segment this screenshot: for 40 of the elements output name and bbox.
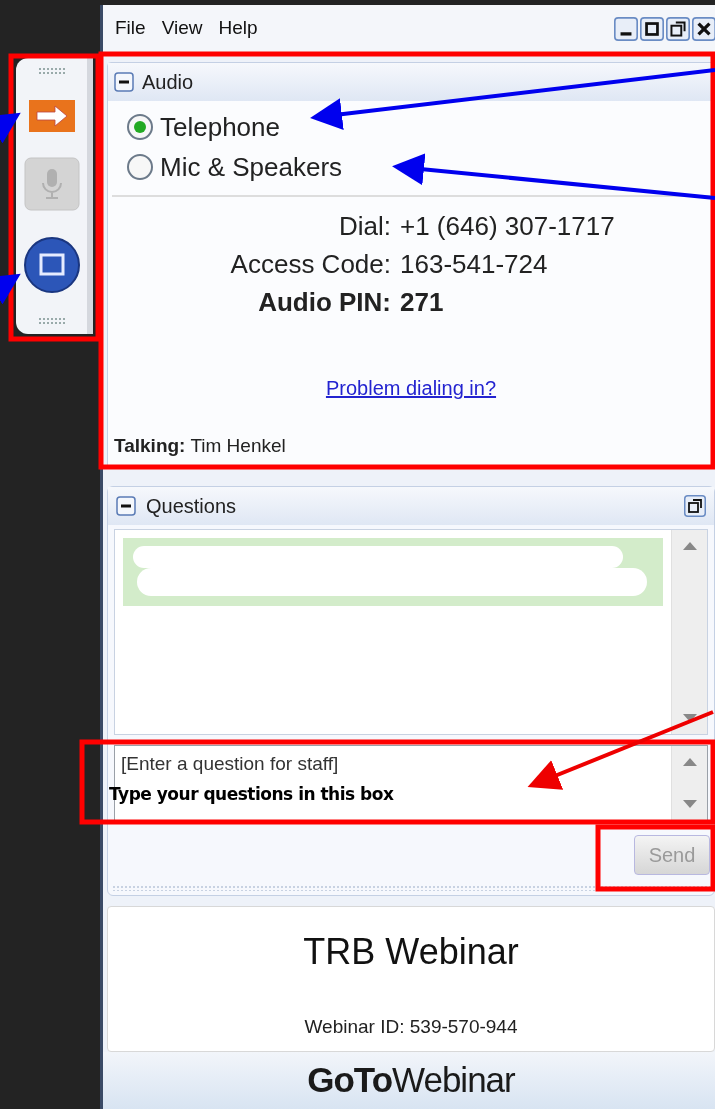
detail-label: Dial: <box>338 210 391 243</box>
detail-value: +1 (646) 307-1717 <box>400 210 616 243</box>
grip-icon[interactable] <box>38 68 65 74</box>
grip-icon[interactable] <box>38 318 65 324</box>
panel-title: Questions <box>146 494 237 519</box>
scrollbar[interactable] <box>671 746 707 820</box>
minimize-button[interactable] <box>614 16 638 41</box>
detail-value: 163-541-724 <box>400 248 549 281</box>
radio-button[interactable] <box>126 113 154 141</box>
scroll-down-icon[interactable] <box>682 800 697 808</box>
webinar-id: Webinar ID: 539-570-944 <box>304 1014 518 1039</box>
menu-item[interactable]: File <box>115 14 146 43</box>
problem-dialing-link[interactable]: Problem dialing in? <box>325 373 497 403</box>
menu-item[interactable]: View <box>161 14 203 43</box>
detail-label: Access Code: <box>229 248 391 281</box>
annotation-note: Type your questions in this box <box>109 783 395 806</box>
menu-item[interactable]: Help <box>218 14 258 43</box>
scroll-up-icon[interactable] <box>682 542 697 550</box>
annotation-arrow <box>0 112 21 144</box>
scrollbar[interactable] <box>671 530 707 734</box>
detail-label: Audio PIN: <box>257 286 391 319</box>
webinar-title: TRB Webinar <box>303 930 519 974</box>
popout-icon[interactable] <box>684 495 706 517</box>
collapse-icon[interactable] <box>116 496 136 516</box>
arrow-button[interactable] <box>28 99 75 132</box>
panel-title: Audio <box>142 70 194 95</box>
scroll-up-icon[interactable] <box>682 758 697 766</box>
collapse-icon[interactable] <box>114 72 134 92</box>
screen-button[interactable] <box>23 236 80 293</box>
restore-button[interactable] <box>666 16 690 41</box>
scroll-down-icon[interactable] <box>682 714 697 722</box>
logo: GoToWebinar <box>307 1059 515 1102</box>
detail-value: 271 <box>400 286 445 319</box>
talking-status: Talking: Tim Henkel <box>114 434 286 456</box>
maximize-button[interactable] <box>640 16 664 41</box>
radio-button[interactable] <box>126 153 154 181</box>
annotation-arrow <box>0 273 21 305</box>
close-button[interactable] <box>692 16 715 41</box>
radio-label[interactable]: Telephone <box>160 107 280 147</box>
radio-label[interactable]: Mic & Speakers <box>160 147 343 187</box>
